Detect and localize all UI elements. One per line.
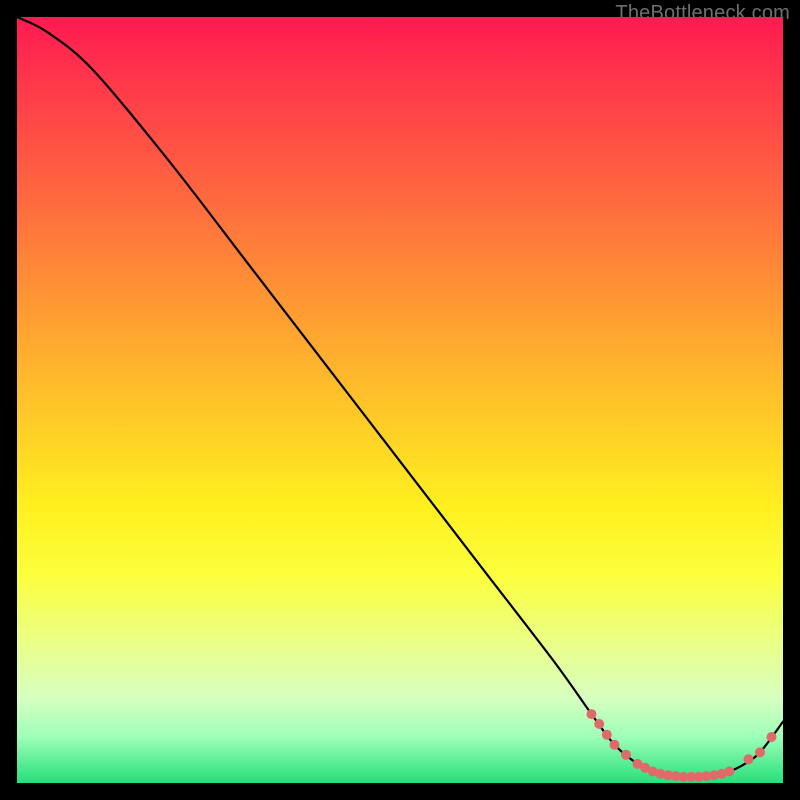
curve-marker <box>610 740 620 750</box>
curve-marker <box>767 732 777 742</box>
curve-marker <box>744 754 754 764</box>
curve-marker <box>587 709 597 719</box>
bottleneck-curve-path <box>17 17 783 777</box>
chart-svg <box>17 17 783 783</box>
curve-marker <box>755 747 765 757</box>
curve-marker <box>621 750 631 760</box>
chart-plot-area <box>17 17 783 783</box>
chart-stage: TheBottleneck.com <box>0 0 800 800</box>
curve-marker <box>594 719 604 729</box>
curve-marker <box>602 730 612 740</box>
curve-marker <box>724 767 734 777</box>
marker-group <box>587 709 777 782</box>
